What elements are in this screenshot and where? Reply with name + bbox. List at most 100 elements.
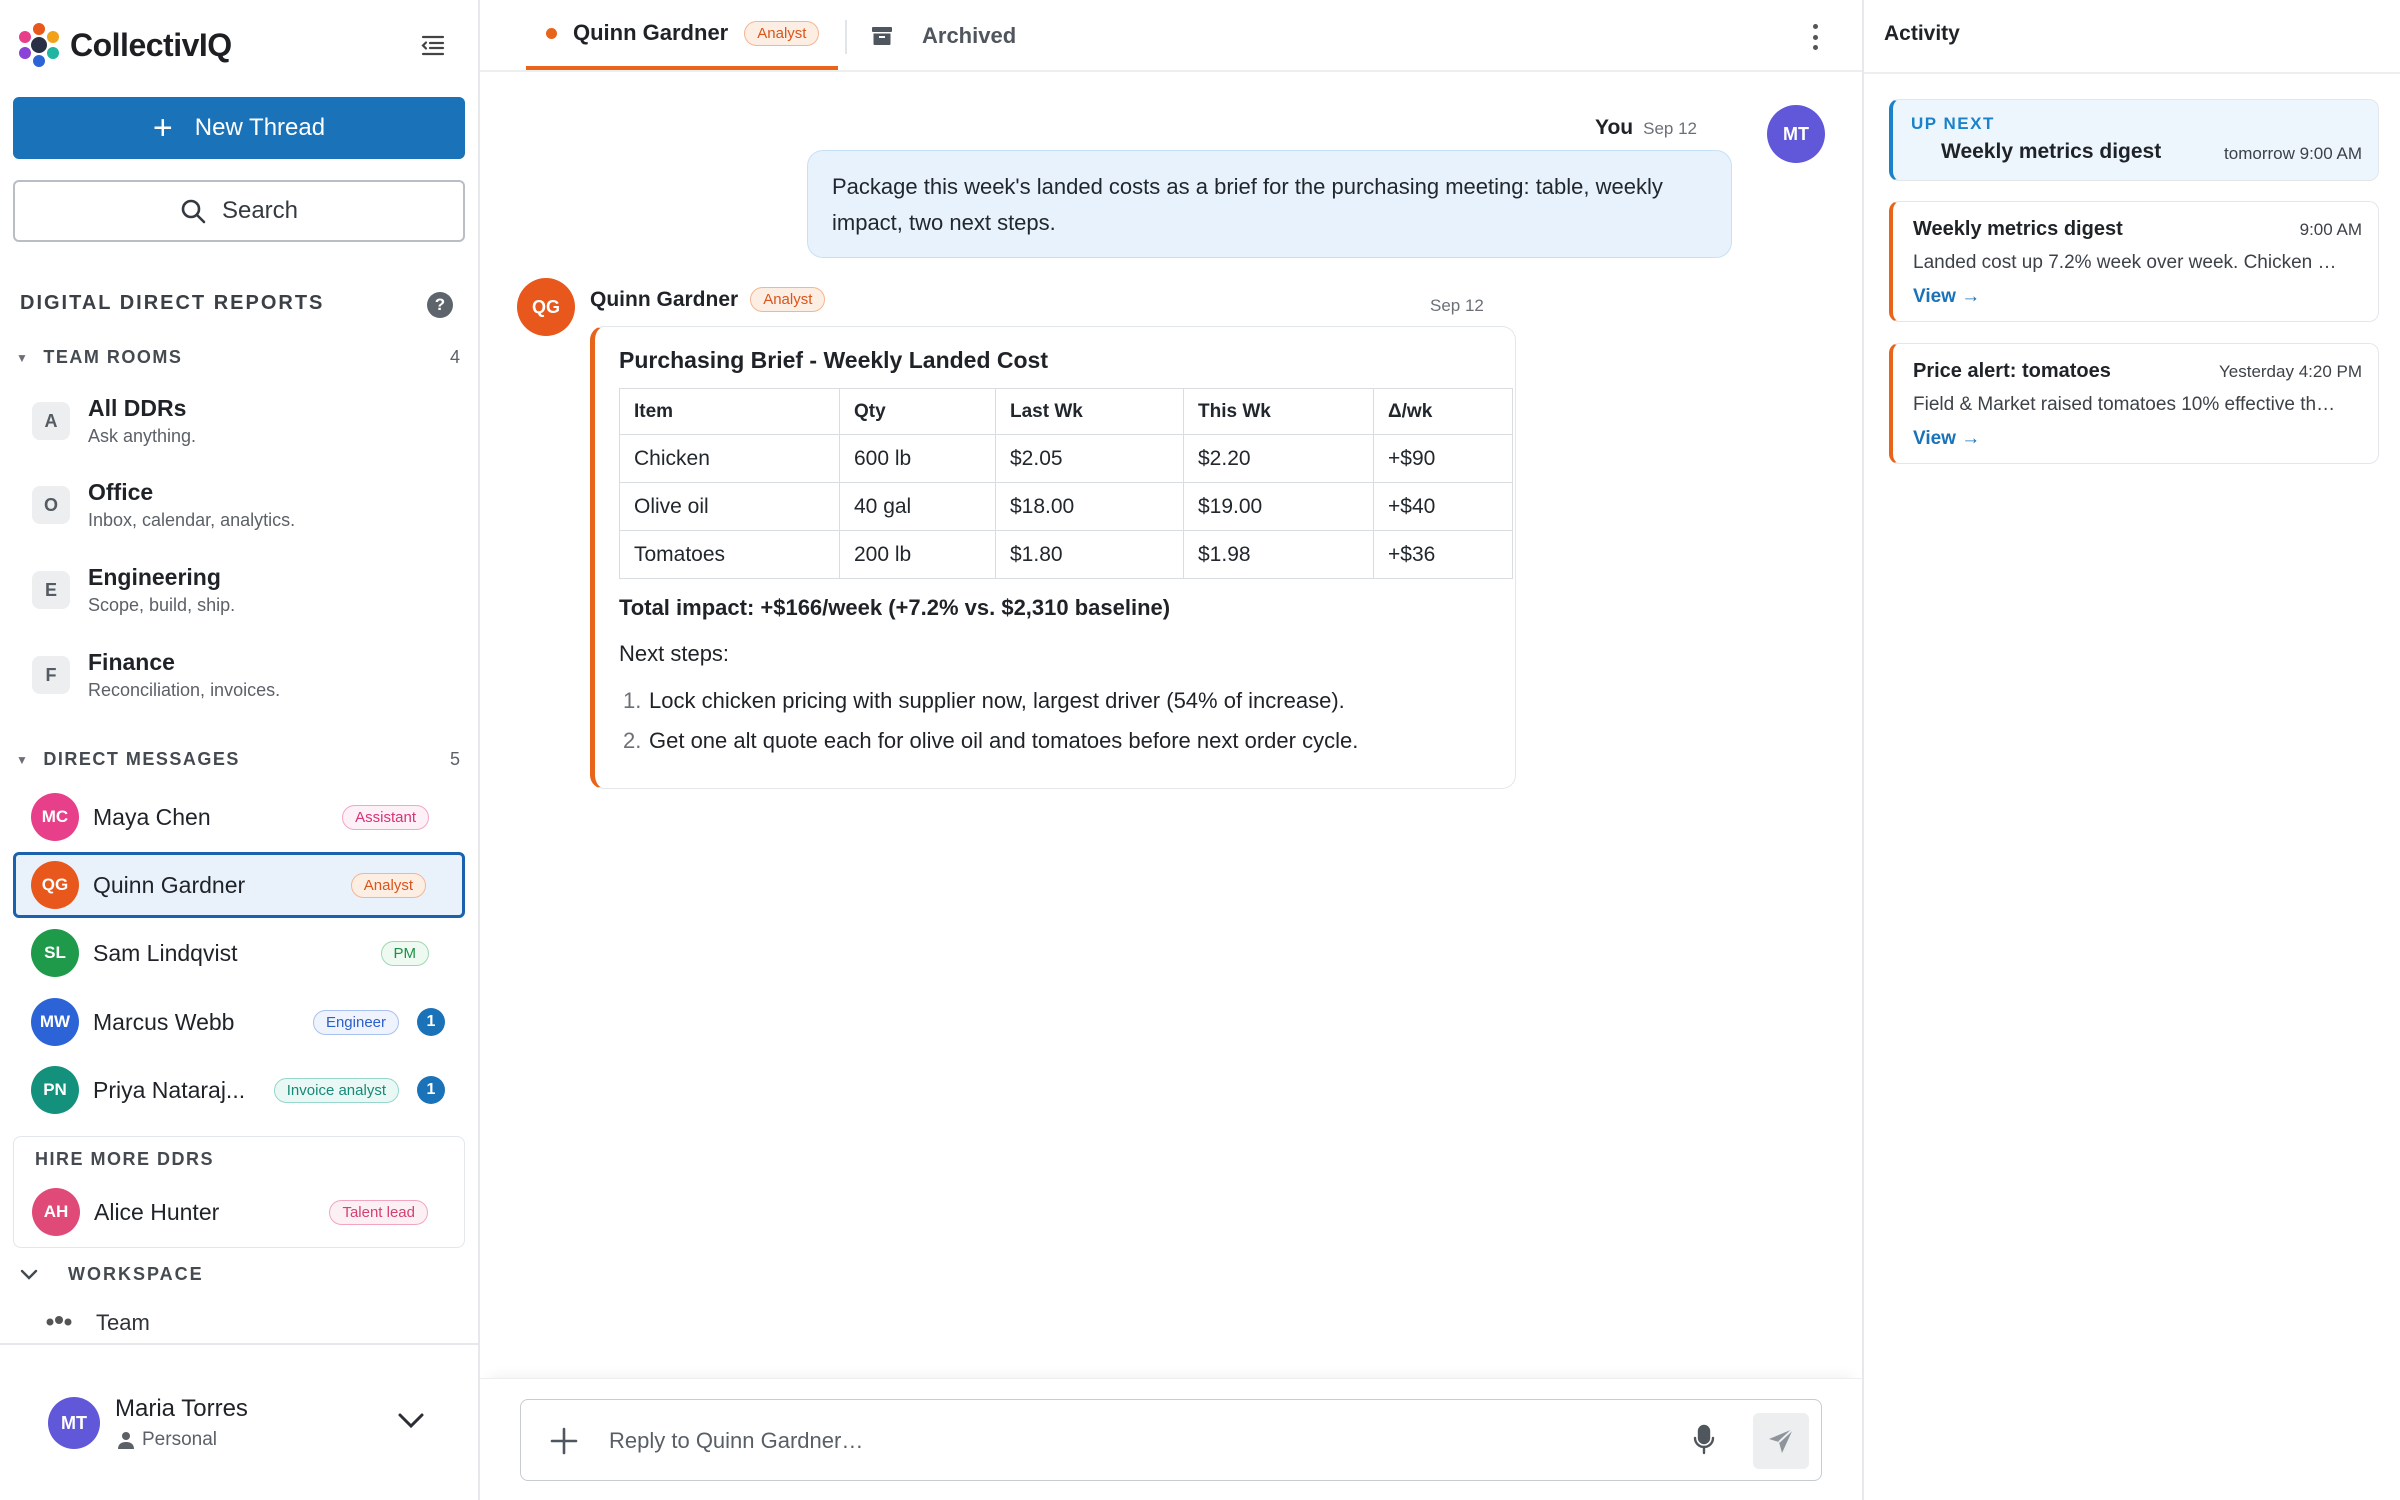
search-button[interactable]: Search [13, 180, 465, 242]
table-cell: +$90 [1373, 434, 1513, 483]
send-button[interactable] [1753, 1413, 1809, 1469]
table-header: Last Wk [995, 388, 1184, 435]
room-letter: F [32, 656, 70, 694]
role-badge: Assistant [342, 804, 429, 830]
sidebar: CollectivIQ + New Thread Search DIGITAL … [0, 0, 480, 1500]
sender-name: You [1595, 116, 1634, 139]
dm-name: Quinn Gardner [93, 871, 246, 898]
avatar: SL [31, 929, 79, 977]
brief-card: Purchasing Brief - Weekly Landed Cost It… [590, 326, 1516, 789]
status-dot [546, 27, 557, 39]
direct-messages-count: 5 [449, 749, 460, 769]
room-name: Engineering [88, 564, 221, 590]
step-text: Get one alt quote each for olive oil and… [649, 728, 1359, 753]
team-label: Team [96, 1310, 150, 1335]
table-cell: $1.80 [995, 530, 1184, 579]
tab-label: Archived [922, 23, 1017, 48]
workspace-team-item[interactable]: Team [46, 1310, 466, 1342]
message-meta: Quinn Gardner Analyst [590, 287, 826, 312]
team-rooms-header[interactable]: ▼ TEAM ROOMS 4 [16, 347, 460, 368]
plus-icon[interactable] [547, 1424, 581, 1458]
dm-marcus-webb[interactable]: MW Marcus Webb Engineer 1 [13, 989, 465, 1055]
direct-messages-title: DIRECT MESSAGES [43, 749, 240, 769]
conversation-panel: Quinn Gardner Analyst Archived You Sep 12… [480, 0, 1862, 1500]
role-badge: Analyst [750, 287, 826, 312]
person-icon [118, 1432, 134, 1449]
activity-title: Activity [1884, 22, 1960, 45]
room-letter: E [32, 571, 70, 609]
dm-name: Priya Nataraj... [93, 1076, 246, 1103]
tab-divider [845, 20, 847, 54]
caret-down-icon: ▼ [16, 350, 30, 365]
tab-archived[interactable]: Archived [872, 0, 1016, 72]
send-icon [1769, 1428, 1794, 1453]
dm-priya-natarajan[interactable]: PN Priya Nataraj... Invoice analyst 1 [13, 1057, 465, 1123]
next-steps-list: 1. Lock chicken pricing with supplier no… [619, 681, 1491, 761]
table-cell: 200 lb [839, 530, 996, 579]
dm-sam-lindqvist[interactable]: SL Sam Lindqvist PM [13, 920, 465, 986]
table-cell: 40 gal [839, 482, 996, 531]
divider [1864, 72, 2400, 74]
reply-input[interactable] [609, 1420, 1609, 1462]
brand-name: CollectivIQ [70, 26, 232, 63]
step-text: Lock chicken pricing with supplier now, … [649, 688, 1345, 713]
direct-messages-header[interactable]: ▼ DIRECT MESSAGES 5 [16, 749, 460, 770]
up-next-card[interactable]: UP NEXT Weekly metrics digest tomorrow 9… [1889, 99, 2379, 181]
composer [520, 1399, 1822, 1481]
workspace-title: WORKSPACE [68, 1264, 204, 1284]
workspace-header[interactable]: WORKSPACE [20, 1264, 204, 1285]
room-name: Office [88, 479, 154, 505]
table-cell: Tomatoes [619, 530, 840, 579]
role-badge: Talent lead [329, 1199, 428, 1225]
microphone-icon[interactable] [1693, 1424, 1715, 1456]
room-desc: Scope, build, ship. [88, 595, 236, 615]
plus-icon: + [152, 109, 173, 147]
dm-name: Maya Chen [93, 803, 211, 830]
role-badge: PM [380, 940, 429, 966]
step-number: 2. [623, 728, 642, 753]
user-type: Personal [118, 1429, 217, 1451]
activity-panel: Activity UP NEXT Weekly metrics digest t… [1862, 0, 2400, 1500]
more-options-icon[interactable] [1805, 22, 1825, 52]
table-row: Olive oil 40 gal $18.00 $19.00 +$40 [619, 482, 1513, 531]
section-title: DIGITAL DIRECT REPORTS [20, 292, 325, 314]
chevron-down-icon[interactable] [397, 1412, 425, 1430]
collapse-sidebar-icon[interactable] [418, 30, 448, 60]
new-thread-button[interactable]: + New Thread [13, 97, 465, 159]
table-cell: $2.20 [1183, 434, 1374, 483]
dm-alice-hunter[interactable]: AH Alice Hunter Talent lead [14, 1179, 464, 1245]
role-badge: Invoice analyst [273, 1077, 399, 1103]
view-link[interactable]: View → [1913, 428, 1980, 450]
dm-quinn-gardner[interactable]: QG Quinn Gardner Analyst [13, 852, 465, 918]
activity-card-metrics: Weekly metrics digest 9:00 AM Landed cos… [1889, 201, 2379, 322]
message-time: Sep 12 [1643, 119, 1697, 138]
avatar: QG [517, 278, 575, 336]
brief-table: Item Qty Last Wk This Wk Δ/wk Chicken 60… [619, 388, 1513, 579]
room-finance[interactable]: F Finance Reconciliation, invoices. [32, 640, 452, 710]
help-icon[interactable]: ? [427, 292, 453, 318]
room-desc: Ask anything. [88, 426, 197, 446]
room-name: All DDRs [88, 395, 187, 421]
table-cell: Chicken [619, 434, 840, 483]
tab-quinn-gardner[interactable]: Quinn Gardner Analyst [526, 0, 838, 70]
room-engineering[interactable]: E Engineering Scope, build, ship. [32, 555, 452, 625]
search-label: Search [221, 197, 299, 224]
table-cell: Olive oil [619, 482, 840, 531]
view-link[interactable]: View → [1913, 286, 1980, 308]
room-name: Finance [88, 649, 175, 675]
avatar: MC [31, 793, 79, 841]
room-office[interactable]: O Office Inbox, calendar, analytics. [32, 470, 452, 540]
unread-badge: 1 [417, 1076, 445, 1104]
room-all-ddrs[interactable]: A All DDRs Ask anything. [32, 386, 452, 456]
room-letter: A [32, 402, 70, 440]
table-header: This Wk [1183, 388, 1374, 435]
role-badge: Analyst [744, 20, 820, 46]
brand: CollectivIQ [14, 20, 232, 70]
dm-maya-chen[interactable]: MC Maya Chen Assistant [13, 784, 465, 850]
chevron-down-icon [20, 1269, 38, 1280]
card-time: Yesterday 4:20 PM [2218, 362, 2362, 381]
table-header: Qty [839, 388, 996, 435]
card-body: Landed cost up 7.2% week over week. Chic… [1913, 252, 2337, 273]
card-time: 9:00 AM [2299, 220, 2362, 239]
tab-label: Quinn Gardner [573, 20, 729, 45]
